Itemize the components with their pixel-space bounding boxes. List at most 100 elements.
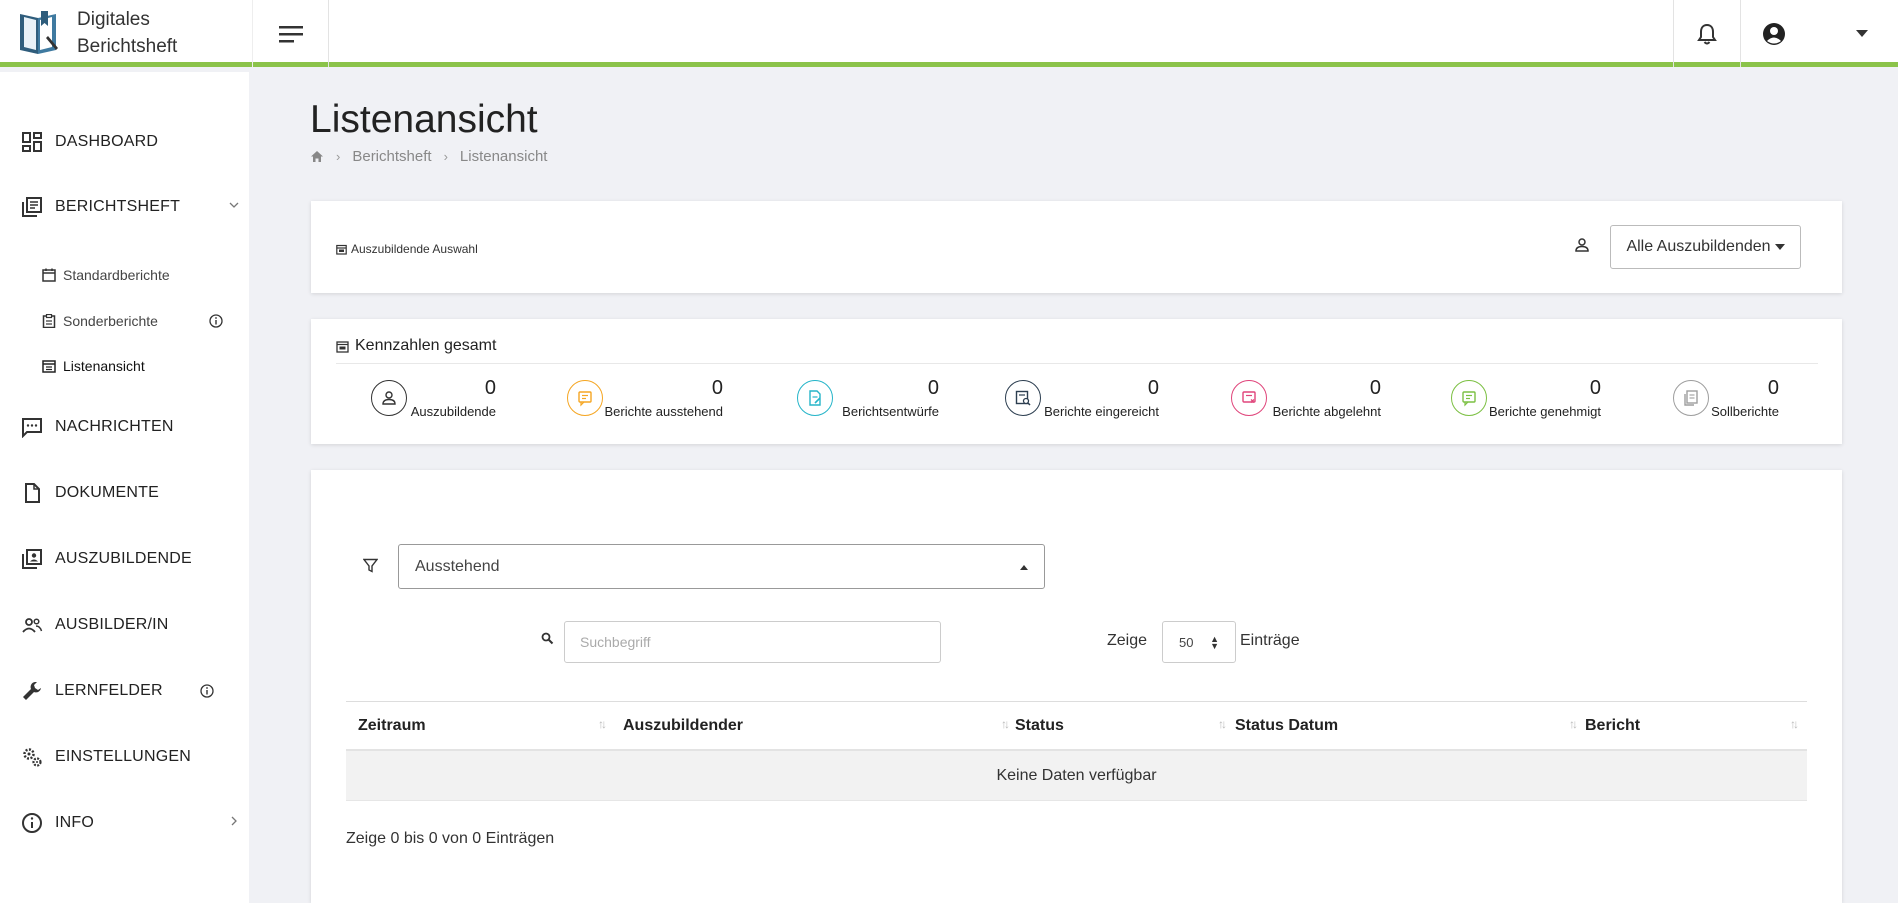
table-empty-row: Keine Daten verfügbar (346, 751, 1807, 801)
sidebar-subitem-listenansicht[interactable]: Listenansicht (0, 351, 249, 381)
report-pending-icon (567, 380, 603, 416)
stat-label: Berichte ausstehend (604, 404, 723, 419)
kennzahlen-title-text: Kennzahlen gesamt (355, 337, 497, 354)
report-list-card: Ausstehend Zeige 50 ▲▼ Einträge Zeitraum… (311, 470, 1842, 903)
document-icon (25, 483, 40, 503)
sidebar-item-auszubildende[interactable]: AUSZUBILDENDE (0, 539, 249, 579)
info-icon[interactable] (200, 684, 214, 698)
trainee-selection-label-text: Auszubildende Auswahl (351, 242, 478, 256)
stat-label: Auszubildende (410, 404, 496, 419)
sidebar-item-label: BERICHTSHEFT (55, 198, 181, 215)
stat-label: Berichte eingereicht (1044, 404, 1159, 419)
account-circle-icon (1763, 22, 1785, 45)
column-header-label: Status Datum (1235, 717, 1339, 734)
report-approved-icon (1451, 380, 1487, 416)
calendar-icon (42, 268, 56, 282)
app-name: Digitales Berichtsheft (77, 6, 177, 60)
column-header-zeitraum[interactable]: Zeitraum ↑↓ (358, 702, 610, 750)
sidebar-item-einstellungen[interactable]: EINSTELLUNGEN (0, 737, 249, 777)
chevron-right-icon (231, 816, 237, 826)
column-header-status[interactable]: Status ↑↓ (1015, 702, 1234, 750)
sidebar-subitem-standardberichte[interactable]: Standardberichte (0, 260, 249, 290)
sidebar-item-label: DOKUMENTE (55, 484, 160, 501)
page-title: Listenansicht (310, 98, 538, 141)
report-table: Zeitraum ↑↓ Auszubildender ↑↓ Status ↑↓ … (346, 701, 1807, 801)
filter-icon (363, 558, 378, 573)
calendar-stats-icon (336, 340, 349, 353)
table-info: Zeige 0 bis 0 von 0 Einträgen (346, 830, 555, 847)
breadcrumb-current: Listenansicht (459, 148, 548, 165)
wrench-icon (23, 682, 41, 700)
sidebar-item-ausbilder[interactable]: AUSBILDER/IN (0, 605, 249, 645)
report-draft-icon (797, 380, 833, 416)
column-header-label: Zeitraum (358, 717, 426, 734)
header-actions (1673, 0, 1898, 67)
user-menu-button[interactable] (1740, 0, 1898, 67)
sidebar-item-label: AUSBILDER/IN (55, 616, 169, 633)
report-rejected-icon (1231, 380, 1267, 416)
trainee-dropdown[interactable]: Alle Auszubildenden (1610, 225, 1801, 269)
sort-icon: ↑↓ (1218, 717, 1227, 731)
column-header-auszubildender[interactable]: Auszubildender ↑↓ (623, 702, 1015, 750)
kennzahlen-card: Kennzahlen gesamt 0 Auszubildende 0 Bericht… (311, 319, 1842, 444)
app-logo[interactable]: Digitales Berichtsheft (0, 0, 252, 67)
sidebar-item-dashboard[interactable]: DASHBOARD (0, 122, 249, 162)
column-header-status-datum[interactable]: Status Datum ↑↓ (1235, 702, 1585, 750)
sidebar-item-info[interactable]: INFO (0, 803, 249, 843)
sidebar-item-dokumente[interactable]: DOKUMENTE (0, 473, 249, 513)
menu-toggle-button[interactable] (252, 0, 329, 67)
search-icon (541, 632, 554, 645)
stat-report-approved: 0 Berichte genehmigt (1451, 377, 1601, 427)
sidebar-item-label: AUSZUBILDENDE (55, 550, 192, 567)
breadcrumb-separator: › (443, 149, 448, 164)
stat-value: 0 (1767, 377, 1779, 399)
table-header: Zeitraum ↑↓ Auszubildender ↑↓ Status ↑↓ … (346, 701, 1807, 751)
breadcrumb-link-berichtsheft[interactable]: Berichtsheft (352, 148, 431, 165)
people-icon (22, 618, 43, 633)
stat-value: 0 (1369, 377, 1381, 399)
sidebar-subitem-sonderberichte[interactable]: Sonderberichte (0, 306, 249, 336)
sidebar-item-nachrichten[interactable]: NACHRICHTEN (0, 407, 249, 447)
status-filter-select[interactable]: Ausstehend (398, 544, 1045, 589)
stat-label: Berichte abgelehnt (1272, 404, 1381, 419)
chevron-down-icon (229, 202, 239, 208)
top-bar: Digitales Berichtsheft (0, 0, 1898, 67)
stat-label: Berichte genehmigt (1488, 404, 1601, 419)
id-card-icon (336, 244, 347, 255)
stat-value: 0 (927, 377, 939, 399)
notifications-button[interactable] (1673, 0, 1740, 67)
sort-icon: ↑↓ (1569, 717, 1578, 731)
sort-icon: ↑↓ (1001, 717, 1010, 731)
person-icon (1575, 238, 1589, 252)
column-header-label: Auszubildender (623, 717, 744, 734)
hamburger-icon (278, 25, 303, 42)
breadcrumb: › Berichtsheft › Listenansicht (310, 148, 547, 165)
breadcrumb-separator: › (336, 149, 341, 164)
info-icon[interactable] (209, 314, 223, 328)
report-submitted-icon (1005, 380, 1041, 416)
sidebar-item-berichtsheft[interactable]: BERICHTSHEFT (0, 187, 249, 227)
contacts-icon (22, 549, 42, 569)
page-length-value: 50 (1179, 634, 1194, 650)
clipboard-icon (42, 314, 56, 328)
book-logo-icon (20, 11, 58, 54)
trainee-selection-label: Auszubildende Auswahl (336, 242, 478, 256)
trainee-selection-card: Auszubildende Auswahl Alle Auszubildende… (311, 201, 1842, 293)
stat-report-draft: 0 Berichtsentwürfe (797, 377, 939, 427)
sidebar-item-lernfelder[interactable]: LERNFELDER (0, 671, 249, 711)
search-input[interactable] (564, 621, 941, 663)
person-icon (371, 380, 407, 416)
home-icon[interactable] (310, 150, 324, 163)
sort-icon: ↑↓ (1790, 717, 1799, 731)
sidebar-subitem-label: Sonderberichte (63, 313, 158, 329)
stat-value: 0 (1147, 377, 1159, 399)
divider (336, 363, 1818, 364)
column-header-label: Status (1015, 717, 1064, 734)
page-length-label: Zeige (1107, 632, 1148, 649)
status-filter-value: Ausstehend (415, 557, 500, 575)
bell-icon (1697, 23, 1717, 44)
gears-icon (23, 748, 42, 767)
stat-value: 0 (484, 377, 496, 399)
column-header-bericht[interactable]: Bericht ↑↓ (1585, 702, 1807, 750)
page-length-select[interactable]: 50 ▲ ▼ (1162, 621, 1236, 663)
